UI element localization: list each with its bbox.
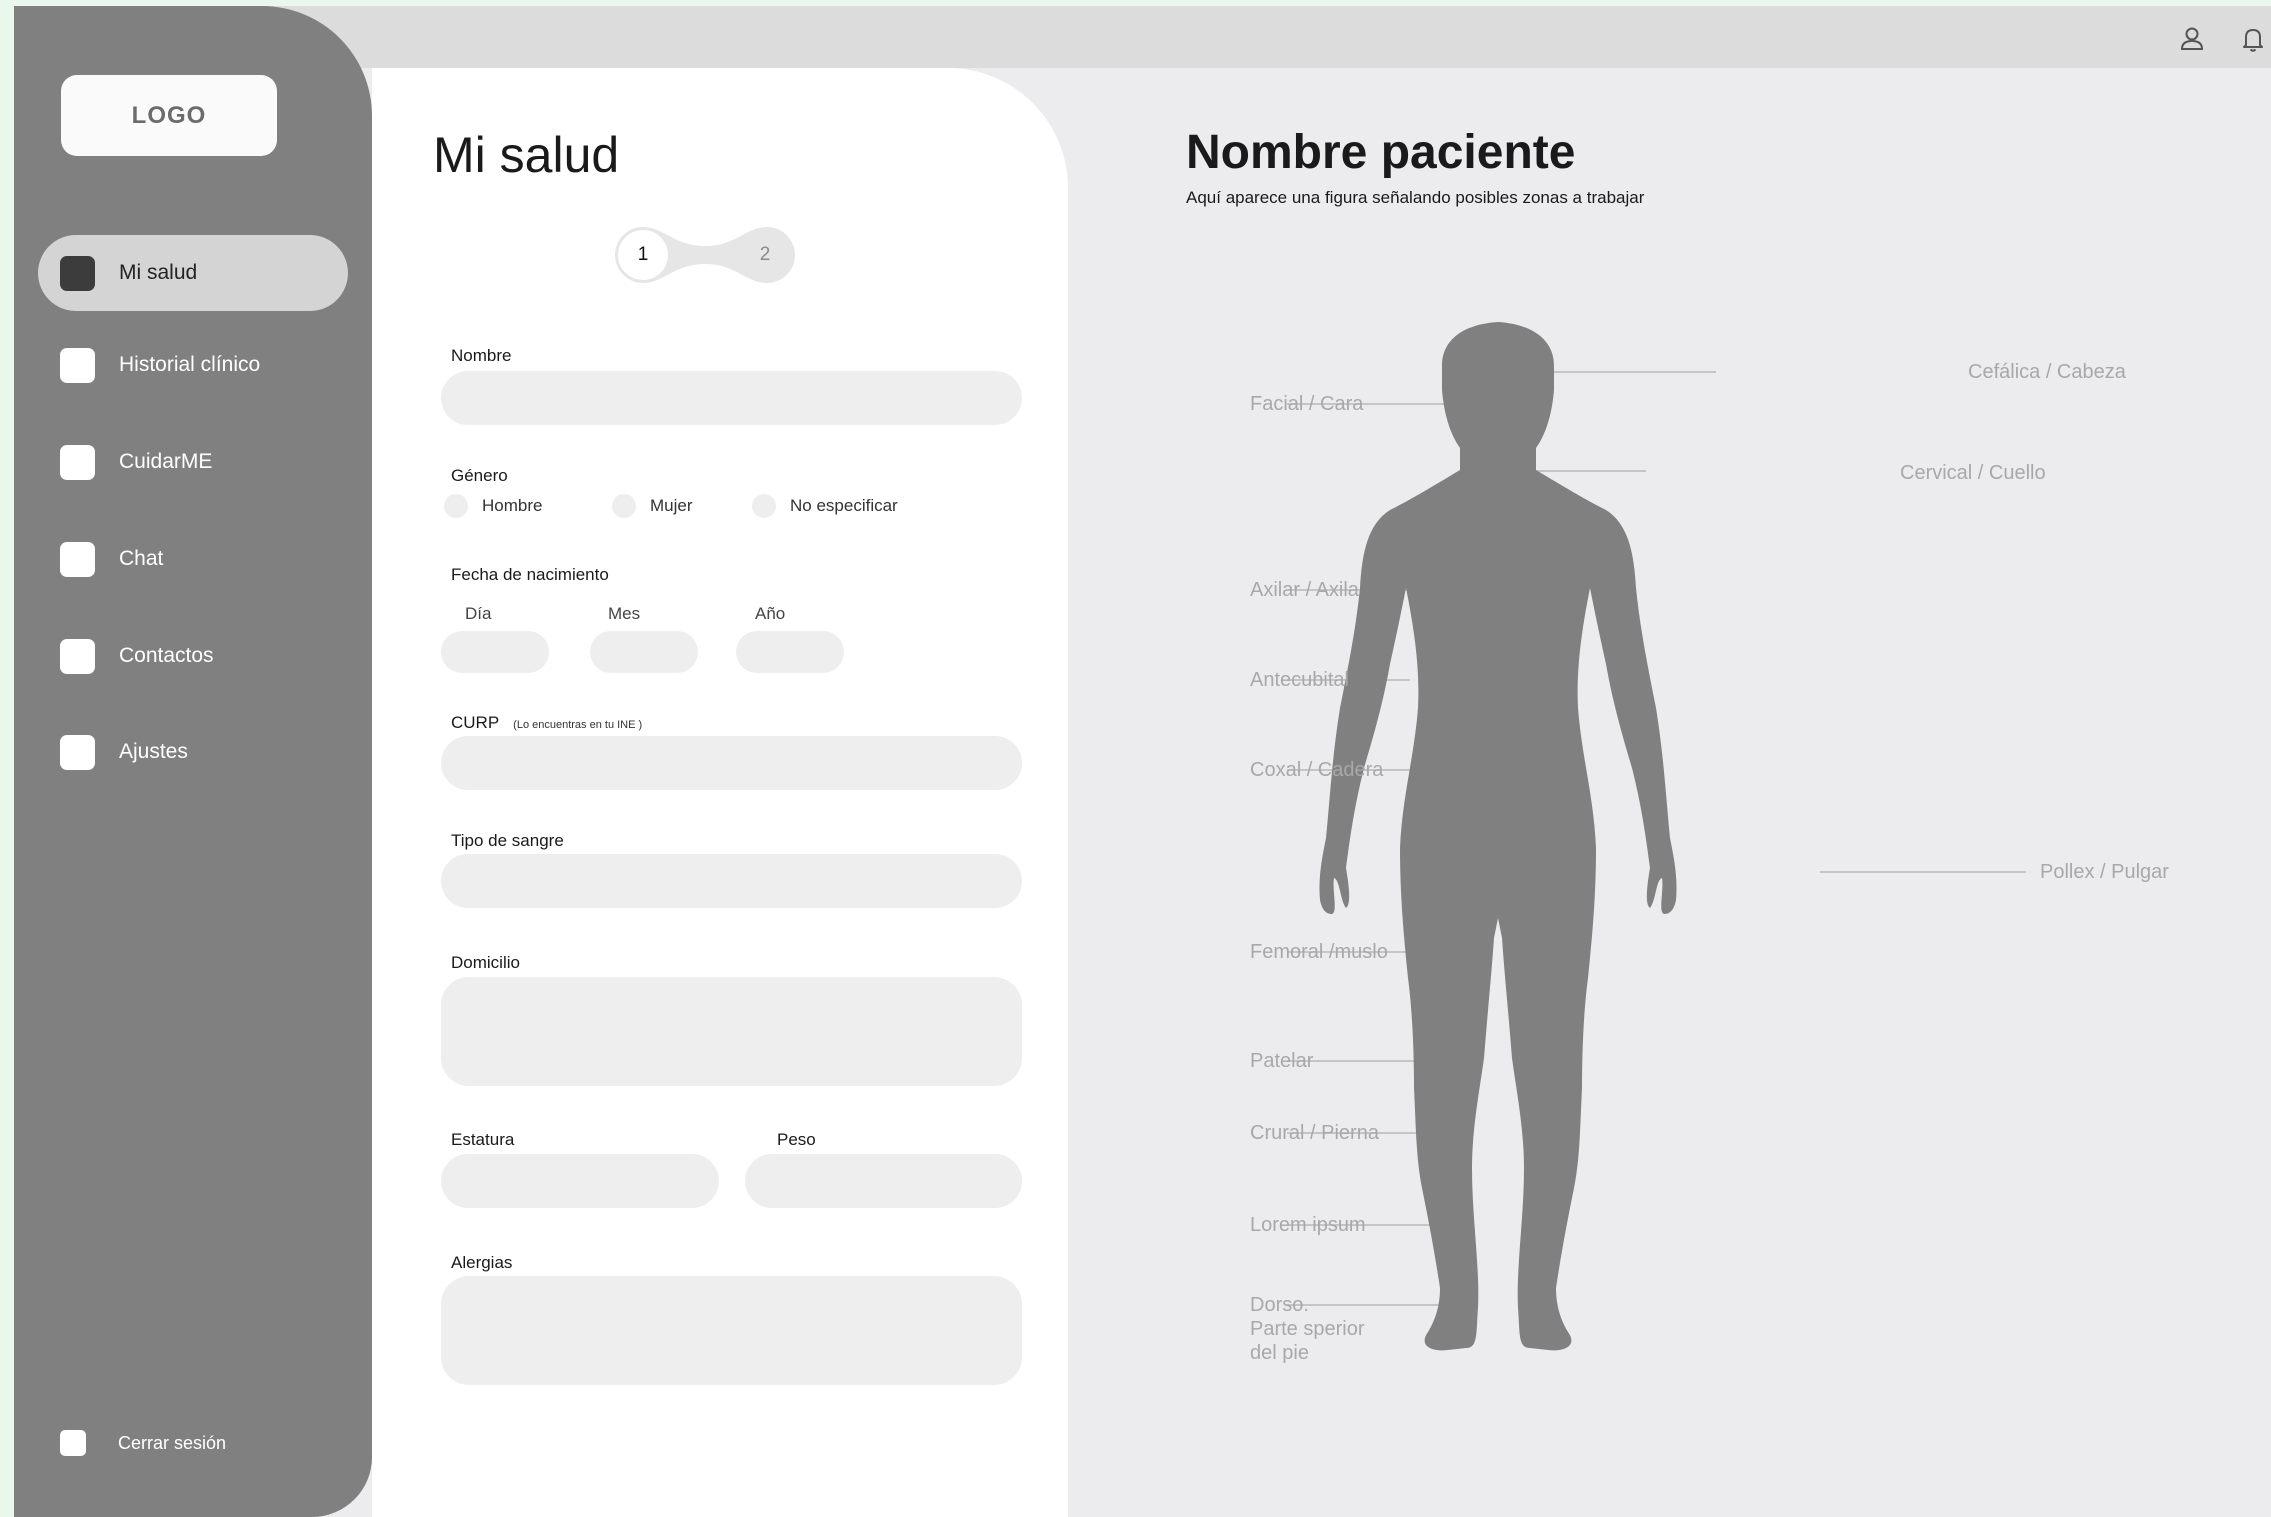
zone-facial[interactable]: Facial / Cara [1250, 392, 1363, 416]
tipo-sangre-input[interactable] [441, 854, 1022, 908]
logout-square-icon [60, 1430, 86, 1456]
dia-label: Día [465, 604, 492, 623]
zone-dorso-pie[interactable]: Dorso. Parte sperior del pie [1250, 1293, 1365, 1365]
peso-label: Peso [777, 1130, 816, 1149]
sidebar-item-contactos[interactable]: Contactos [38, 618, 348, 694]
radio-no-especificar[interactable]: No especificar [752, 494, 898, 518]
nav-square-icon [60, 734, 95, 770]
zone-cervical[interactable]: Cervical / Cuello [1900, 461, 2046, 485]
zone-femoral[interactable]: Femoral /muslo [1250, 940, 1388, 964]
nav-square-icon [60, 255, 95, 291]
peso-input[interactable] [745, 1154, 1022, 1208]
dia-input[interactable] [441, 631, 549, 673]
curp-input[interactable] [441, 736, 1022, 790]
human-silhouette [1319, 322, 1677, 1351]
sidebar: LOGO Mi salud Historial clínico CuidarME… [14, 6, 372, 1517]
anio-input[interactable] [736, 631, 844, 673]
sidebar-item-ajustes[interactable]: Ajustes [38, 714, 348, 790]
zone-patelar[interactable]: Patelar [1250, 1049, 1313, 1073]
nombre-label: Nombre [451, 346, 512, 365]
page-title: Mi salud [433, 127, 620, 183]
alergias-label: Alergias [451, 1253, 513, 1272]
zone-axilar[interactable]: Axilar / Axila [1250, 578, 1359, 602]
sidebar-item-cuidarme[interactable]: CuidarME [38, 424, 348, 500]
curp-hint: (Lo encuentras en tu INE ) [513, 719, 643, 731]
alergias-input[interactable] [441, 1276, 1022, 1385]
sidebar-item-chat[interactable]: Chat [38, 521, 348, 597]
logout-button[interactable]: Cerrar sesión [60, 1430, 226, 1456]
curp-label: CURP (Lo encuentras en tu INE ) [451, 713, 642, 733]
tipo-sangre-label: Tipo de sangre [451, 831, 564, 850]
nav-square-icon [60, 347, 95, 383]
radio-label: Mujer [650, 496, 693, 515]
zone-coxal[interactable]: Coxal / Cadera [1250, 758, 1383, 782]
logout-label: Cerrar sesión [118, 1432, 227, 1453]
curp-label-text: CURP [451, 713, 500, 732]
sidebar-item-label: Historial clínico [119, 353, 261, 376]
sidebar-item-label: Chat [119, 547, 164, 570]
form-stepper: 1 2 [612, 224, 798, 286]
estatura-label: Estatura [451, 1130, 515, 1149]
domicilio-label: Domicilio [451, 953, 520, 972]
zone-cefalica[interactable]: Cefálica / Cabeza [1968, 360, 2126, 384]
user-icon[interactable] [2177, 24, 2207, 54]
zone-pollex[interactable]: Pollex / Pulgar [2040, 860, 2169, 884]
zone-lorem-ipsum[interactable]: Lorem ipsum [1250, 1213, 1366, 1237]
radio-mujer[interactable]: Mujer [612, 494, 693, 518]
nombre-input[interactable] [441, 371, 1022, 425]
sidebar-item-label: CuidarME [119, 450, 213, 473]
step-2-button[interactable]: 2 [740, 230, 790, 280]
step-1-button[interactable]: 1 [618, 230, 668, 280]
radio-circle-icon [444, 494, 468, 518]
sidebar-item-label: Mi salud [119, 261, 198, 284]
zone-antecubital[interactable]: Antecubital [1250, 668, 1349, 692]
sidebar-item-label: Ajustes [119, 740, 188, 763]
app-window: LOGO Mi salud Historial clínico CuidarME… [14, 6, 2271, 1517]
logo: LOGO [61, 75, 277, 156]
zone-crural[interactable]: Crural / Pierna [1250, 1121, 1379, 1145]
radio-hombre[interactable]: Hombre [444, 494, 542, 518]
sidebar-item-historial-clinico[interactable]: Historial clínico [38, 327, 348, 403]
radio-circle-icon [752, 494, 776, 518]
sidebar-item-label: Contactos [119, 644, 214, 667]
radio-circle-icon [612, 494, 636, 518]
fecha-nacimiento-label: Fecha de nacimiento [451, 565, 609, 584]
health-form-panel: Mi salud 1 2 Nombre Género Hombre Mujer … [372, 68, 1068, 1517]
nav-square-icon [60, 541, 95, 577]
radio-label: No especificar [790, 496, 898, 515]
radio-label: Hombre [482, 496, 543, 515]
sidebar-item-mi-salud[interactable]: Mi salud [38, 235, 348, 311]
bell-icon[interactable] [2238, 24, 2268, 54]
nav-square-icon [60, 444, 95, 480]
mes-label: Mes [608, 604, 641, 623]
mes-input[interactable] [590, 631, 698, 673]
domicilio-input[interactable] [441, 977, 1022, 1086]
body-map-panel: Nombre paciente Aquí aparece una figura … [1068, 68, 2271, 1517]
genero-label: Género [451, 466, 508, 485]
body-figure [1287, 322, 2026, 1351]
estatura-input[interactable] [441, 1154, 719, 1208]
anio-label: Año [755, 604, 786, 623]
nav-square-icon [60, 638, 95, 674]
